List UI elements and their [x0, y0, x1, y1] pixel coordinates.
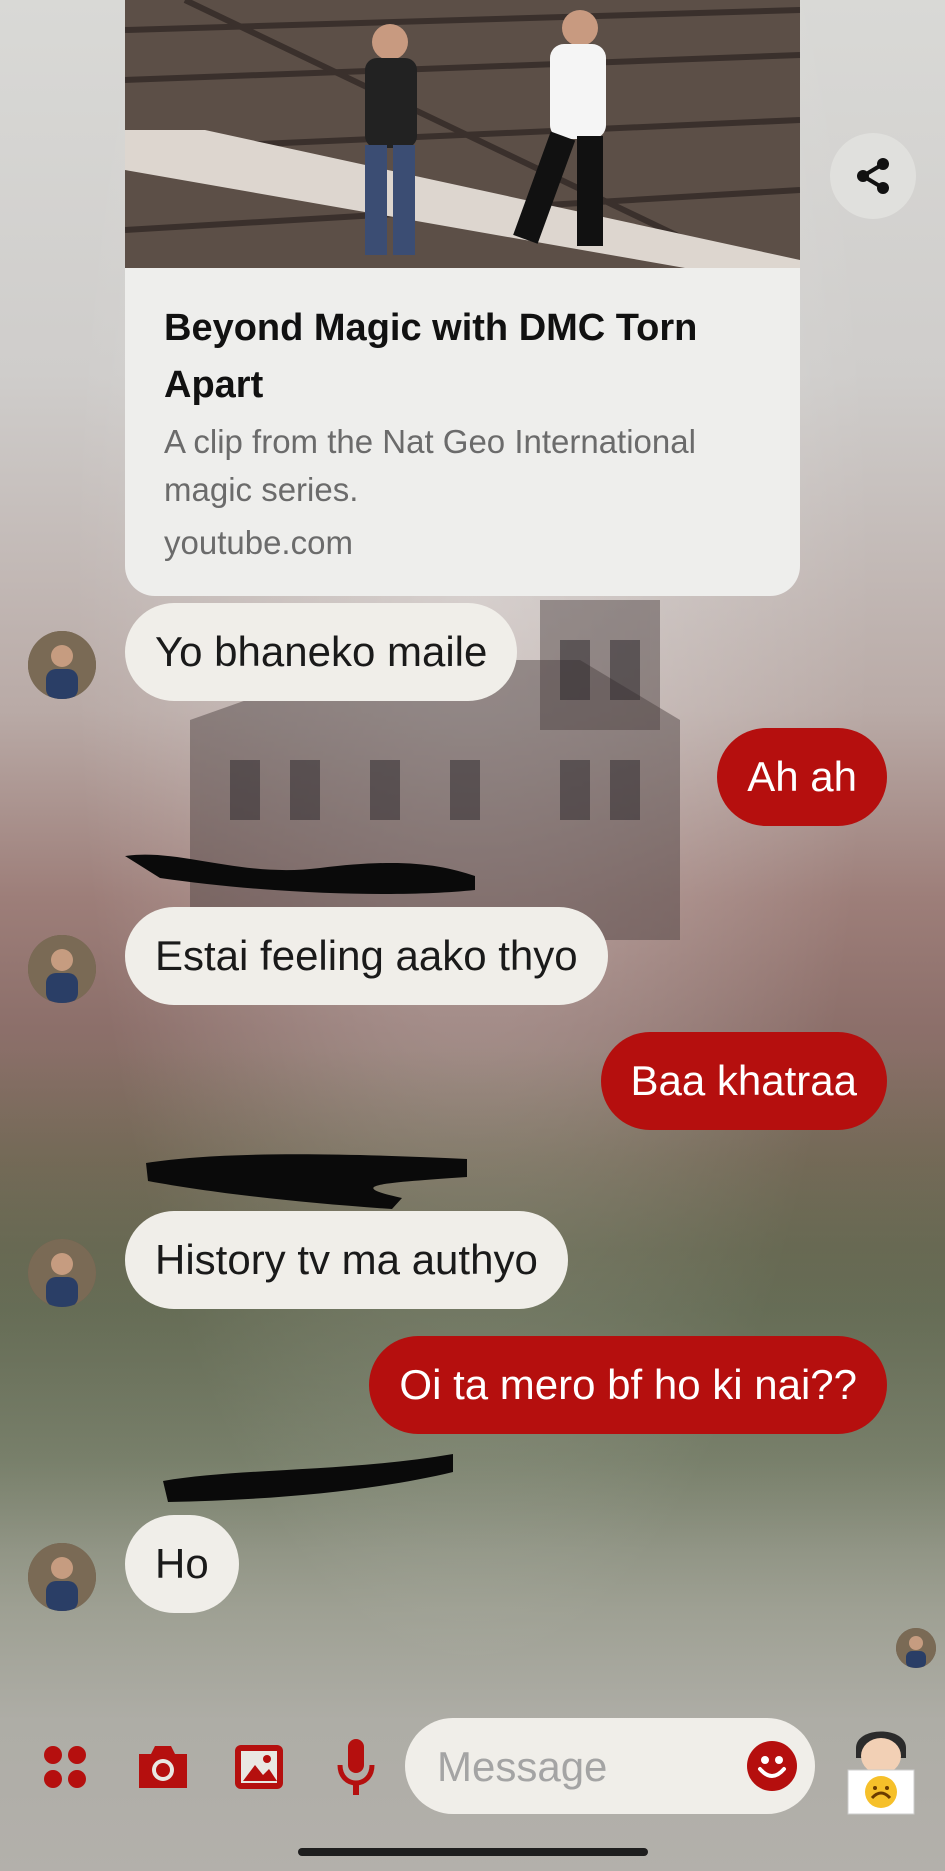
- link-description: A clip from the Nat Geo International ma…: [164, 423, 696, 508]
- camera-button[interactable]: [135, 1741, 191, 1793]
- message-outgoing[interactable]: Ah ah: [717, 728, 887, 826]
- contact-avatar[interactable]: [28, 1543, 96, 1611]
- redaction-mark: [146, 1154, 467, 1209]
- message-composer[interactable]: [405, 1718, 815, 1816]
- message-incoming[interactable]: Estai feeling aako thyo: [125, 907, 608, 1005]
- contact-avatar[interactable]: [28, 631, 96, 699]
- message-incoming[interactable]: Yo bhaneko maile: [125, 603, 518, 701]
- contact-avatar[interactable]: [28, 935, 96, 1003]
- emoji-button[interactable]: [747, 1741, 797, 1791]
- message-input[interactable]: [435, 1718, 729, 1816]
- apps-grid-icon: [44, 1746, 86, 1788]
- redaction-mark: [125, 854, 475, 894]
- link-preview-card[interactable]: Beyond Magic with DMC Torn Apart A clip …: [125, 0, 800, 596]
- message-incoming[interactable]: Ho: [125, 1515, 239, 1613]
- share-button[interactable]: [830, 133, 916, 219]
- voice-button[interactable]: [334, 1735, 378, 1799]
- link-title: Beyond Magic with DMC Torn Apart: [164, 307, 698, 406]
- gallery-button[interactable]: [232, 1741, 286, 1793]
- camera-icon: [139, 1746, 187, 1788]
- read-receipt-avatar: [896, 1628, 936, 1668]
- message-incoming[interactable]: History tv ma authyo: [125, 1211, 568, 1309]
- share-icon: [857, 158, 889, 194]
- home-indicator[interactable]: [298, 1848, 648, 1856]
- redaction-mark: [163, 1454, 453, 1502]
- bitmoji-sticker-icon: [847, 1731, 915, 1815]
- message-outgoing[interactable]: Baa khatraa: [600, 1032, 887, 1130]
- emoji-icon: [758, 1756, 786, 1778]
- video-thumbnail[interactable]: [125, 0, 800, 268]
- image-icon: [235, 1745, 283, 1789]
- link-domain: youtube.com: [164, 524, 353, 561]
- apps-button[interactable]: [40, 1742, 90, 1792]
- microphone-icon: [337, 1739, 375, 1795]
- contact-avatar[interactable]: [28, 1239, 96, 1307]
- sticker-button[interactable]: [842, 1718, 920, 1818]
- message-outgoing[interactable]: Oi ta mero bf ho ki nai??: [369, 1336, 887, 1434]
